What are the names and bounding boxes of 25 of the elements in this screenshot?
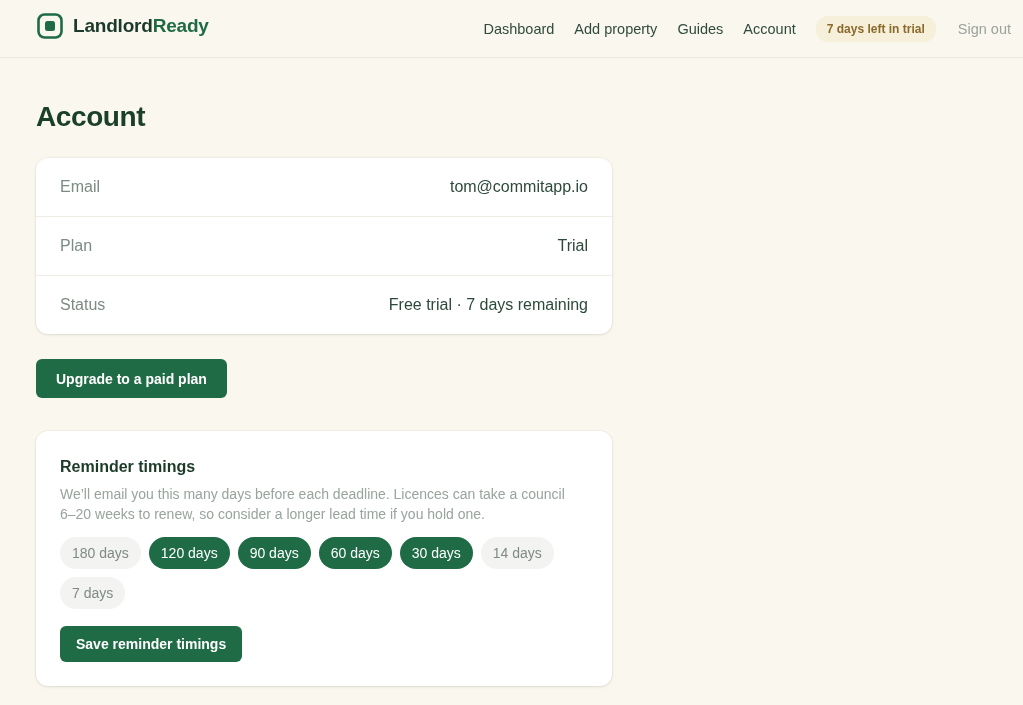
logo-icon [37, 12, 63, 39]
nav-link[interactable]: Guides [677, 20, 724, 37]
page-title: Account [36, 100, 147, 134]
nav-link[interactable]: Account [743, 20, 796, 37]
detail-label: Status [60, 296, 106, 314]
upgrade-button[interactable]: Upgrade to a paid plan [36, 359, 227, 398]
day-option-chip[interactable]: 14 days [480, 537, 554, 569]
day-option-chip[interactable]: 180 days [60, 537, 141, 569]
nav-link[interactable]: Dashboard [483, 20, 555, 37]
day-option-chip[interactable]: 120 days [148, 537, 230, 569]
detail-value: tom@commitapp.io [449, 178, 588, 196]
detail-value: Free trial · 7 days remaining [388, 296, 588, 314]
logo-text[interactable]: LandlordReady [73, 14, 209, 37]
day-option-chip[interactable]: 7 days [60, 577, 126, 609]
nav-link[interactable]: Add property [574, 20, 658, 37]
detail-label: Email [60, 178, 100, 196]
detail-label: Plan [60, 237, 93, 255]
trial-badge: 7 days left in trial [815, 15, 936, 42]
day-option-chip[interactable]: 30 days [399, 537, 473, 569]
day-option-chip[interactable]: 90 days [237, 537, 311, 569]
section-description: We’ll email you this many days before each deadline. Licences can take a council 6–20 weeks to renew, so consider a longer lead time if you hold one. [60, 485, 566, 524]
section-heading: Reminder timings [60, 457, 197, 477]
day-option-chip[interactable]: 60 days [318, 537, 392, 569]
save-button[interactable]: Save reminder timings [60, 626, 243, 662]
detail-value: Trial [557, 237, 588, 255]
